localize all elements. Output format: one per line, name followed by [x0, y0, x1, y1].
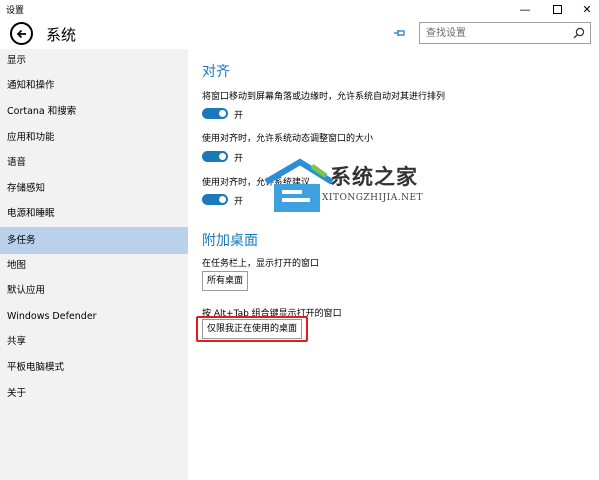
- maximize-button[interactable]: [542, 0, 572, 19]
- sidebar-item-apps[interactable]: 应用和功能: [0, 126, 188, 150]
- toggle-knob: [219, 153, 226, 160]
- sidebar-item-multitasking[interactable]: 多任务: [0, 227, 188, 254]
- close-icon: ✕: [582, 3, 592, 16]
- minimize-button[interactable]: —: [510, 0, 540, 19]
- sidebar-item-tablet-mode[interactable]: 平板电脑模式: [0, 356, 188, 380]
- search-box[interactable]: [419, 22, 591, 44]
- main-content: 对齐 将窗口移动到屏幕角落或边缘时，允许系统自动对其进行排列 开 使用对齐时，允…: [188, 49, 600, 480]
- minimize-icon: —: [519, 3, 531, 16]
- snap-option3-state: 开: [234, 197, 244, 207]
- highlight-frame: [196, 316, 308, 342]
- toggle-knob: [219, 110, 226, 117]
- search-input[interactable]: [420, 23, 566, 43]
- sidebar-item-maps[interactable]: 地图: [0, 254, 188, 278]
- sidebar-item-power[interactable]: 电源和睡眠: [0, 202, 188, 226]
- snap-option2-state: 开: [234, 154, 244, 164]
- sidebar-item-cortana[interactable]: Cortana 和搜索: [0, 100, 188, 124]
- search-icon[interactable]: [573, 27, 585, 39]
- sidebar-item-share[interactable]: 共享: [0, 330, 188, 354]
- back-arrow-icon: [16, 29, 26, 38]
- sidebar-item-about[interactable]: 关于: [0, 382, 188, 406]
- sidebar-item-storage[interactable]: 存储感知: [0, 177, 188, 201]
- sidebar-item-default-apps[interactable]: 默认应用: [0, 279, 188, 303]
- snap-option2-toggle[interactable]: [202, 151, 228, 162]
- page-header: 系统: [0, 19, 600, 49]
- taskbar-windows-desc: 在任务栏上，显示打开的窗口: [202, 259, 320, 269]
- maximize-icon: [552, 5, 562, 14]
- watermark-text: 系统之家: [330, 165, 418, 189]
- page-title: 系统: [46, 26, 77, 44]
- title-bar: 设置 — ✕: [0, 0, 600, 19]
- sidebar: 显示 通知和操作 Cortana 和搜索 应用和功能 语音 存储感知 电源和睡眠…: [0, 49, 188, 480]
- virtual-desktops-section-title: 附加桌面: [202, 233, 258, 249]
- sidebar-item-speech[interactable]: 语音: [0, 151, 188, 175]
- snap-option3-toggle[interactable]: [202, 194, 228, 205]
- watermark-logo-icon: [264, 158, 334, 212]
- snap-option1-state: 开: [234, 111, 244, 121]
- watermark-subtext: XITONGZHIJIA.NET: [322, 193, 424, 203]
- back-button[interactable]: [10, 22, 33, 45]
- pin-icon[interactable]: [393, 26, 407, 40]
- watermark: 系统之家 XITONGZHIJIA.NET: [262, 158, 462, 216]
- taskbar-windows-dropdown[interactable]: 所有桌面: [202, 271, 249, 291]
- snap-option1-toggle[interactable]: [202, 108, 228, 119]
- snap-section-title: 对齐: [202, 64, 230, 80]
- toggle-knob: [219, 196, 226, 203]
- snap-option2-desc: 使用对齐时，允许系统动态调整窗口的大小: [202, 134, 374, 144]
- sidebar-item-defender[interactable]: Windows Defender: [0, 305, 188, 329]
- sidebar-item-notifications[interactable]: 通知和操作: [0, 74, 188, 98]
- snap-option1-desc: 将窗口移动到屏幕角落或边缘时，允许系统自动对其进行排列: [202, 92, 446, 102]
- window-title: 设置: [6, 6, 25, 16]
- sidebar-item-display[interactable]: 显示: [0, 49, 188, 73]
- close-button[interactable]: ✕: [572, 0, 600, 19]
